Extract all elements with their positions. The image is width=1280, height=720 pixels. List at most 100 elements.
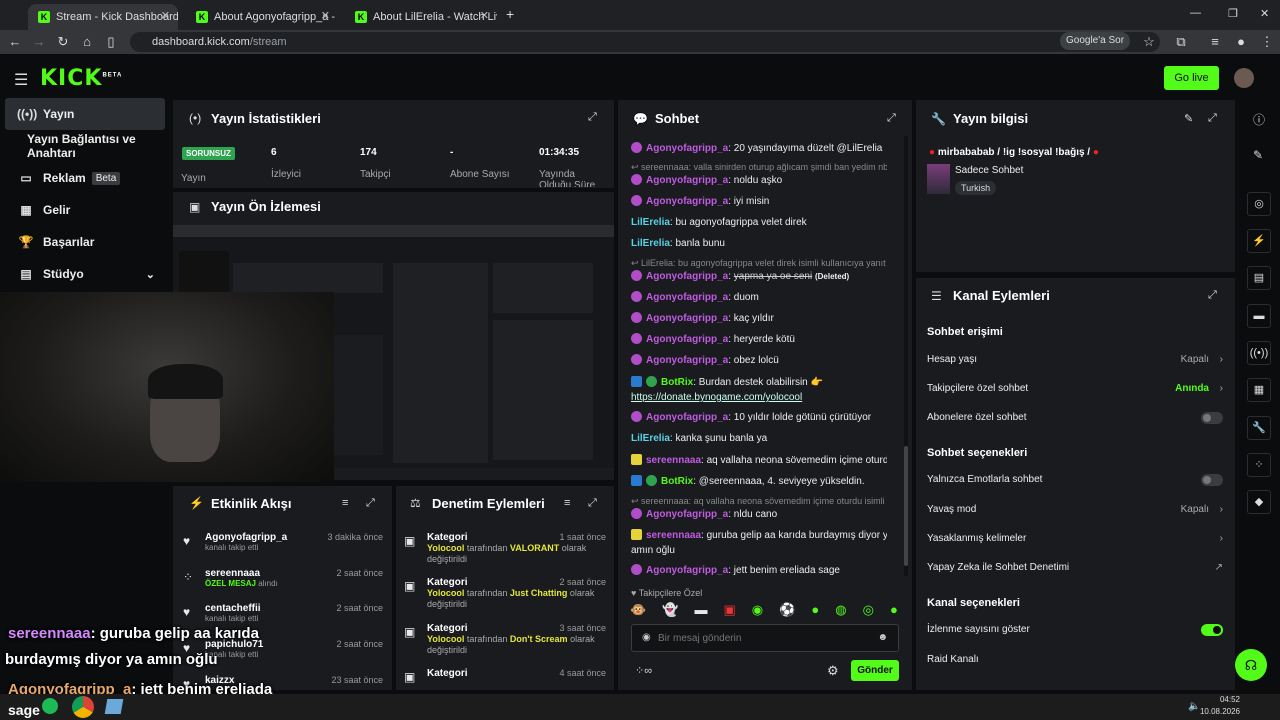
emote-icon[interactable]: ▣ — [723, 602, 735, 622]
send-button[interactable]: Gönder — [851, 660, 899, 681]
chat-username[interactable]: sereennaaa — [646, 530, 701, 541]
home-icon[interactable]: ⌂ — [78, 33, 96, 51]
edit-pencil-icon[interactable]: ✎ — [1253, 148, 1263, 162]
clock-date[interactable]: 10.08.2026 — [1198, 707, 1240, 716]
setting-raid-channel[interactable]: Raid Kanalı — [927, 651, 1223, 669]
sidepanel-icon[interactable]: ▯ — [102, 33, 120, 51]
mod-user[interactable]: Yolocool — [427, 588, 464, 598]
info-icon[interactable]: ⓘ — [1253, 111, 1265, 128]
new-tab-icon[interactable]: + — [506, 6, 514, 22]
close-window-icon[interactable]: ✕ — [1260, 7, 1269, 20]
chat-username[interactable]: Agonyofagripp_a — [646, 292, 728, 303]
chat-input-box[interactable]: ◉ ☻ — [631, 624, 899, 652]
chat-username[interactable]: Agonyofagripp_a — [646, 143, 728, 154]
tab-stream-dashboard[interactable]: K Stream - Kick Dashboard ✕ — [28, 4, 178, 30]
emote-icon[interactable]: ▬ — [694, 602, 707, 622]
setting-subscribers-only[interactable]: Abonelere özel sohbet — [927, 409, 1223, 427]
emote-icon[interactable]: ● — [890, 602, 898, 622]
emote-icon[interactable]: ◎ — [863, 602, 874, 622]
show-viewcount-toggle[interactable] — [1201, 624, 1223, 636]
donate-link[interactable]: https://donate.bynogame.com/yolocool — [631, 392, 802, 403]
app-icon[interactable] — [104, 699, 124, 714]
mod-user[interactable]: Yolocool — [427, 543, 464, 553]
mod-user[interactable]: Yolocool — [427, 634, 464, 644]
setting-emote-only[interactable]: Yalnızca Emotlarla sohbet — [927, 471, 1223, 489]
layout-icon[interactable]: ▦ — [1247, 378, 1271, 402]
tab-about-lilerelia[interactable]: K About LilErelia - Watch Live on ✕ — [345, 4, 497, 30]
chat-username[interactable]: BotRix — [661, 476, 693, 487]
sidebar-item-reklam[interactable]: ▭ Reklam Beta — [5, 162, 165, 194]
chat-message-input[interactable] — [658, 630, 868, 646]
sidebar-item-stream-key[interactable]: Yayın Bağlantısı ve Anahtarı — [5, 130, 175, 162]
user-avatar[interactable] — [1234, 68, 1254, 88]
hamburger-menu-icon[interactable]: ☰ — [14, 70, 28, 90]
chat-username[interactable]: BotRix — [661, 377, 693, 388]
emote-only-toggle[interactable] — [1201, 474, 1223, 486]
setting-followers-only[interactable]: Takipçilere özel sohbet Anında › — [927, 380, 1223, 398]
media-icon[interactable]: ≡ — [1206, 33, 1224, 51]
clock-time[interactable]: 04:52 — [1204, 695, 1240, 704]
chat-username[interactable]: LilErelia — [631, 217, 670, 228]
chat-username[interactable]: LilErelia — [631, 238, 670, 249]
chat-username[interactable]: Agonyofagripp_a — [646, 175, 728, 186]
expand-icon[interactable]: ⤢ — [588, 497, 597, 510]
edit-pencil-icon[interactable]: ✎ — [1184, 112, 1193, 125]
chat-scrollbar[interactable] — [904, 136, 908, 576]
expand-icon[interactable]: ⤢ — [1208, 289, 1217, 302]
chrome-icon[interactable] — [72, 696, 94, 718]
chat-username[interactable]: Agonyofagripp_a — [646, 355, 728, 366]
expand-icon[interactable]: ⤢ — [1208, 112, 1217, 125]
back-icon[interactable]: ← — [6, 33, 24, 51]
setting-banned-words[interactable]: Yasaklanmış kelimeler › — [927, 530, 1223, 548]
tab-about-agonyofagripp[interactable]: K About Agonyofagripp_a - Watc ✕ — [186, 4, 338, 30]
category-name[interactable]: Sadece Sohbet — [955, 165, 1023, 176]
chat-username[interactable]: LilErelia — [631, 433, 670, 444]
diamond-icon[interactable]: ◆ — [1247, 490, 1271, 514]
expand-icon[interactable]: ⤢ — [366, 497, 375, 510]
emote-picker-left-icon[interactable]: ◉ — [642, 632, 651, 643]
browser-menu-icon[interactable]: ⋮ — [1258, 33, 1276, 51]
wrench-icon[interactable]: 🔧 — [1247, 416, 1271, 440]
setting-ai-moderation[interactable]: Yapay Zeka ile Sohbet Denetimi ↗ — [927, 559, 1223, 577]
expand-icon[interactable]: ⤢ — [588, 111, 597, 124]
filter-icon[interactable]: ≡ — [342, 497, 348, 509]
chat-username[interactable]: Agonyofagripp_a — [646, 412, 728, 423]
forward-icon[interactable]: → — [30, 33, 48, 51]
category-thumbnail[interactable] — [927, 164, 950, 194]
maximize-icon[interactable]: ❐ — [1228, 7, 1238, 20]
reload-icon[interactable]: ↻ — [54, 33, 72, 51]
kick-logo[interactable]: KICKBETA — [40, 66, 122, 91]
filter-icon[interactable]: ≡ — [564, 497, 570, 509]
lightning-icon[interactable]: ⚡ — [1247, 229, 1271, 253]
expand-icon[interactable]: ⤢ — [887, 112, 896, 125]
chat-username[interactable]: Agonyofagripp_a — [646, 313, 728, 324]
address-bar[interactable]: dashboard.kick.com/stream — [130, 32, 1160, 52]
subscribers-only-toggle[interactable] — [1201, 412, 1223, 424]
setting-slow-mode[interactable]: Yavaş mod Kapalı › — [927, 501, 1223, 519]
sidebar-item-basarilar[interactable]: 🏆 Başarılar — [5, 226, 165, 258]
emote-icon[interactable]: ◍ — [835, 602, 846, 622]
broadcast-icon[interactable]: ((•)) — [1247, 341, 1271, 365]
chat-username[interactable]: Agonyofagripp_a — [646, 196, 728, 207]
document-icon[interactable]: ▤ — [1247, 266, 1271, 290]
chat-username[interactable]: Agonyofagripp_a — [646, 565, 728, 576]
chat-settings-gear-icon[interactable]: ⚙ — [827, 663, 839, 679]
sidebar-item-studyo[interactable]: ▤ Stüdyo ⌄ — [5, 258, 165, 290]
extensions-icon[interactable]: ⧉ — [1172, 33, 1190, 51]
profile-icon[interactable]: ● — [1232, 33, 1250, 51]
emoji-icon[interactable]: ☻ — [877, 632, 888, 643]
chat-scrollbar-thumb[interactable] — [904, 446, 908, 566]
setting-account-age[interactable]: Hesap yaşı Kapalı › — [927, 351, 1223, 369]
chat-username[interactable]: sereennaaa — [646, 455, 701, 466]
chat-username[interactable]: Agonyofagripp_a — [646, 271, 728, 282]
bookmark-star-icon[interactable]: ☆ — [1140, 33, 1158, 51]
chat-username[interactable]: Agonyofagripp_a — [646, 509, 728, 520]
points-icon[interactable]: ⁘∞ — [635, 664, 652, 677]
camera-icon[interactable]: ◎ — [1247, 192, 1271, 216]
help-chat-button[interactable]: ☊ — [1235, 649, 1267, 681]
google-ask-button[interactable]: Google'a Sor — [1060, 32, 1131, 50]
chat-icon[interactable]: ▬ — [1247, 304, 1271, 328]
emote-icon[interactable]: 🐵 — [630, 602, 646, 622]
setting-show-viewcount[interactable]: İzlenme sayısını göster — [927, 621, 1223, 639]
close-tab-icon[interactable]: ✕ — [161, 9, 170, 22]
